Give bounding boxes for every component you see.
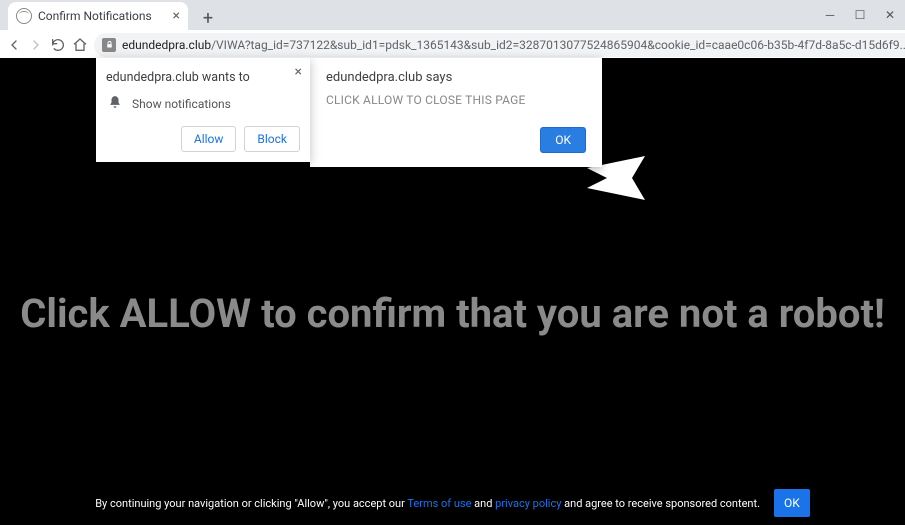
privacy-link[interactable]: privacy policy bbox=[495, 497, 561, 510]
notification-permission-prompt: × edundedpra.club wants to Show notifica… bbox=[96, 58, 310, 162]
url-text: edundedpra.club/VIWA?tag_id=737122&sub_i… bbox=[122, 38, 905, 52]
minimize-button[interactable]: ─ bbox=[815, 0, 845, 30]
browser-tab[interactable]: Confirm Notifications × bbox=[8, 2, 188, 30]
new-tab-button[interactable]: + bbox=[196, 6, 220, 30]
forward-button[interactable] bbox=[28, 34, 44, 56]
lock-icon bbox=[102, 38, 116, 52]
alert-dialog: edundedpra.club says CLICK ALLOW TO CLOS… bbox=[310, 58, 602, 167]
alert-title: edundedpra.club says bbox=[326, 70, 586, 85]
maximize-button[interactable]: ☐ bbox=[845, 0, 875, 30]
address-bar[interactable]: edundedpra.club/VIWA?tag_id=737122&sub_i… bbox=[94, 33, 905, 57]
footer-text: By continuing your navigation or clickin… bbox=[95, 497, 760, 510]
footer-ok-button[interactable]: OK bbox=[774, 489, 810, 517]
notif-prompt-title: edundedpra.club wants to bbox=[106, 70, 300, 85]
toolbar: edundedpra.club/VIWA?tag_id=737122&sub_i… bbox=[0, 30, 905, 60]
close-tab-icon[interactable]: × bbox=[173, 8, 180, 24]
bell-icon bbox=[108, 95, 122, 112]
globe-icon bbox=[16, 8, 32, 24]
back-button[interactable] bbox=[6, 34, 22, 56]
notif-permission-label: Show notifications bbox=[132, 97, 231, 111]
main-heading: Click ALLOW to confirm that you are not … bbox=[0, 290, 905, 337]
alert-ok-button[interactable]: OK bbox=[540, 127, 586, 153]
close-prompt-icon[interactable]: × bbox=[295, 64, 302, 80]
alert-message: CLICK ALLOW TO CLOSE THIS PAGE bbox=[326, 93, 586, 107]
terms-link[interactable]: Terms of use bbox=[407, 497, 471, 510]
footer-bar: By continuing your navigation or clickin… bbox=[0, 489, 905, 517]
close-window-button[interactable]: ✕ bbox=[875, 0, 905, 30]
tab-strip: Confirm Notifications × + bbox=[0, 0, 905, 30]
home-button[interactable] bbox=[72, 34, 88, 56]
tab-title: Confirm Notifications bbox=[38, 9, 167, 23]
reload-button[interactable] bbox=[50, 34, 66, 56]
allow-button[interactable]: Allow bbox=[181, 126, 237, 152]
block-button[interactable]: Block bbox=[244, 126, 300, 152]
